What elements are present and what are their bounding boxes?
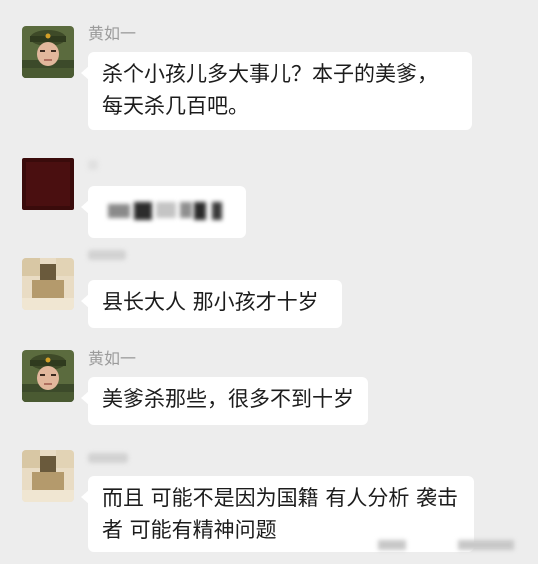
message-bubble[interactable]: 县长大人 那小孩才十岁 — [81, 280, 342, 328]
redacted-content — [108, 204, 130, 218]
redacted-content — [156, 202, 176, 218]
message-bubble-redacted[interactable] — [81, 186, 246, 238]
sender-name-redacted — [88, 160, 98, 170]
watermark — [458, 540, 514, 550]
message-bubble[interactable]: 美爹杀那些，很多不到十岁 — [81, 377, 368, 425]
message-bubble[interactable]: 杀个小孩儿多大事儿？本子的美爹，每天杀几百吧。 — [81, 52, 472, 130]
redacted-content — [134, 202, 152, 220]
sender-name: 黄如一 — [88, 24, 137, 43]
redacted-content — [212, 202, 222, 220]
sender-name: 黄如一 — [88, 349, 137, 368]
soldier-avatar-icon[interactable] — [22, 26, 74, 78]
dark-red-avatar-icon[interactable] — [22, 158, 74, 210]
pixelated-avatar-icon[interactable] — [22, 450, 74, 502]
sender-name-redacted — [88, 453, 128, 463]
redacted-content — [180, 202, 192, 218]
redacted-content — [194, 202, 206, 220]
sender-name-redacted — [88, 250, 126, 260]
pixelated-avatar-icon[interactable] — [22, 258, 74, 310]
soldier-avatar-icon[interactable] — [22, 350, 74, 402]
watermark — [378, 540, 406, 550]
message-bubble[interactable]: 而且 可能不是因为国籍 有人分析 袭击者 可能有精神问题 — [81, 476, 474, 552]
